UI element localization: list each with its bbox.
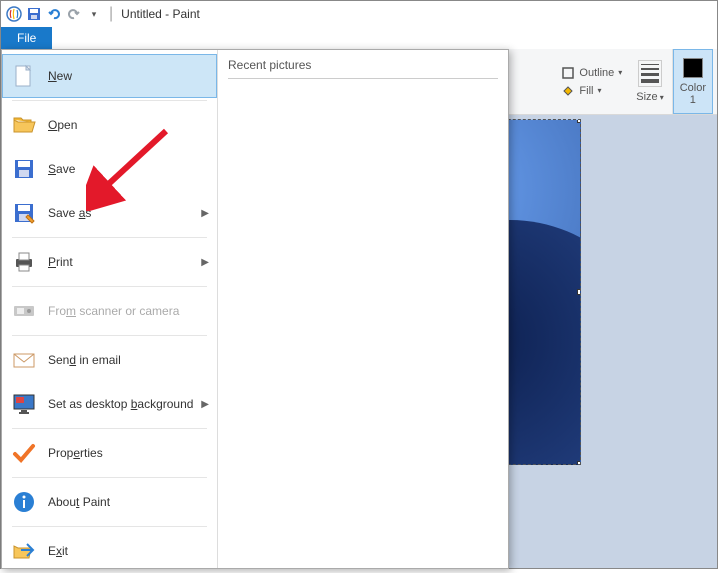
outline-button[interactable]: Outline ▾ [561, 66, 622, 80]
resize-handle[interactable] [577, 119, 581, 123]
chevron-down-icon: ▾ [660, 93, 664, 102]
fill-icon [561, 84, 575, 98]
save-icon[interactable] [25, 5, 43, 23]
menu-item-properties[interactable]: Properties [2, 431, 217, 475]
resize-handle[interactable] [577, 461, 581, 465]
checkmark-icon [10, 439, 38, 467]
outline-icon [561, 66, 575, 80]
recent-pictures-pane: Recent pictures [218, 50, 508, 568]
fill-button[interactable]: Fill ▾ [561, 84, 601, 98]
submenu-arrow-icon: ▶ [201, 399, 209, 410]
menu-separator [12, 526, 207, 527]
color1-swatch [683, 58, 703, 78]
window-title: Untitled - Paint [121, 7, 200, 21]
save-icon [10, 155, 38, 183]
file-menu: New Open Save Save as ▶ [1, 49, 509, 569]
menu-separator [12, 335, 207, 336]
redo-icon[interactable] [65, 5, 83, 23]
open-folder-icon [10, 111, 38, 139]
menu-item-desktop-bg[interactable]: Set as desktop background ▶ [2, 382, 217, 426]
resize-handle[interactable] [577, 289, 581, 295]
recent-pictures-header: Recent pictures [228, 58, 498, 79]
menu-item-exit[interactable]: Exit [2, 529, 217, 573]
menu-label: From scanner or camera [48, 304, 209, 318]
menu-item-new[interactable]: New [2, 54, 217, 98]
menu-item-about[interactable]: About Paint [2, 480, 217, 524]
menu-item-save-as[interactable]: Save as ▶ [2, 191, 217, 235]
ribbon-group-shape-opts: Outline ▾ Fill ▾ [555, 49, 628, 114]
fill-label: Fill [579, 85, 593, 97]
app-icon [5, 5, 23, 23]
menu-separator [12, 428, 207, 429]
menu-label: Save as [48, 206, 201, 220]
color1-label: Color 1 [680, 82, 706, 106]
undo-icon[interactable] [45, 5, 63, 23]
submenu-arrow-icon: ▶ [201, 257, 209, 268]
separator: | [109, 5, 113, 23]
exit-icon [10, 537, 38, 565]
chevron-down-icon: ▾ [618, 68, 622, 77]
print-icon [10, 248, 38, 276]
qat-dropdown-icon[interactable]: ▾ [85, 5, 103, 23]
menu-label: Exit [48, 544, 209, 558]
submenu-arrow-icon: ▶ [201, 208, 209, 219]
menu-item-print[interactable]: Print ▶ [2, 240, 217, 284]
new-file-icon [10, 62, 38, 90]
size-label: Size [636, 91, 657, 103]
menu-label: Send in email [48, 353, 209, 367]
info-icon [10, 488, 38, 516]
menu-item-open[interactable]: Open [2, 103, 217, 147]
menu-separator [12, 237, 207, 238]
menu-item-save[interactable]: Save [2, 147, 217, 191]
menu-label: Save [48, 162, 209, 176]
size-icon [638, 60, 662, 87]
tab-file[interactable]: File [1, 27, 52, 49]
menu-item-email[interactable]: Send in email [2, 338, 217, 382]
desktop-icon [10, 390, 38, 418]
menu-item-scanner: From scanner or camera [2, 289, 217, 333]
menu-label: Open [48, 118, 209, 132]
menu-label: New [48, 69, 209, 83]
outline-label: Outline [579, 67, 614, 79]
menu-label: Set as desktop background [48, 397, 201, 411]
menu-label: Properties [48, 446, 209, 460]
chevron-down-icon: ▾ [597, 86, 601, 95]
title-bar: ▾ | Untitled - Paint [1, 1, 717, 27]
file-menu-items: New Open Save Save as ▶ [2, 50, 218, 568]
menu-label: Print [48, 255, 201, 269]
menu-separator [12, 100, 207, 101]
tab-strip: File [1, 27, 717, 49]
menu-label: About Paint [48, 495, 209, 509]
email-icon [10, 346, 38, 374]
menu-separator [12, 477, 207, 478]
size-button[interactable]: Size ▾ [628, 49, 672, 114]
menu-separator [12, 286, 207, 287]
save-as-icon [10, 199, 38, 227]
scanner-icon [10, 297, 38, 325]
color1-button[interactable]: Color 1 [673, 49, 713, 114]
